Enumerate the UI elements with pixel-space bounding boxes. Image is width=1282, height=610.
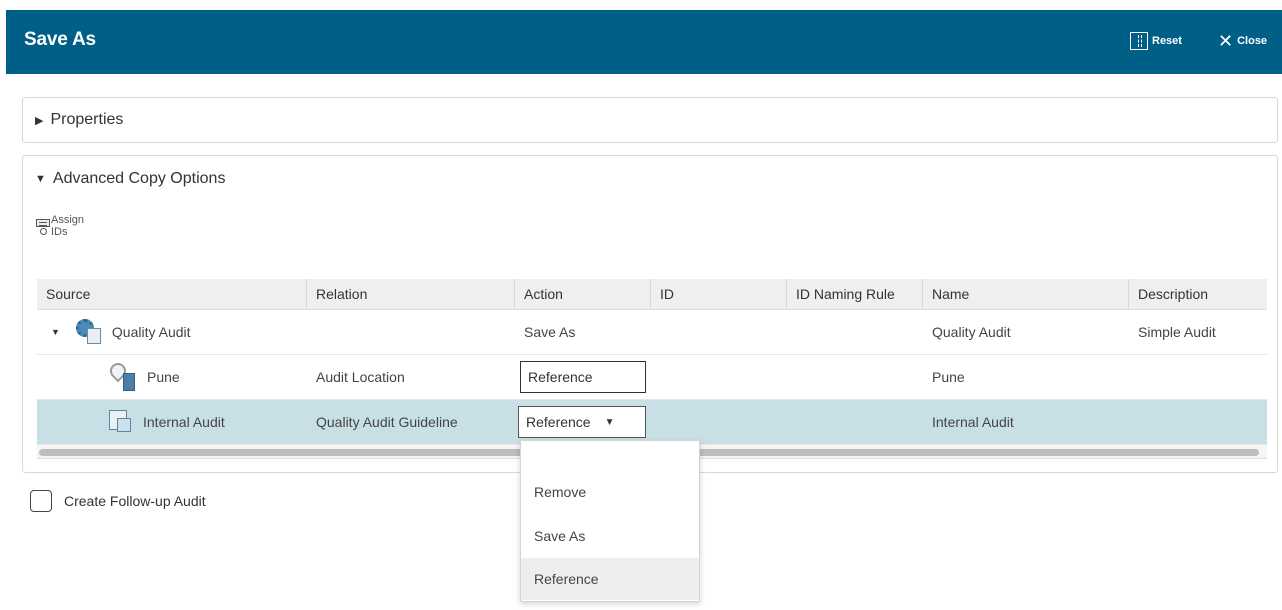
- relation-cell: Audit Location: [316, 369, 405, 385]
- table-row-selected[interactable]: Internal Audit Quality Audit Guideline R…: [37, 400, 1267, 445]
- column-header-name[interactable]: Name: [923, 279, 1129, 309]
- caret-right-icon: ▶: [35, 114, 44, 127]
- chevron-down-icon: ▼: [604, 416, 615, 428]
- audit-icon: [75, 319, 102, 345]
- name-cell: Pune: [932, 369, 965, 385]
- description-cell: [1129, 400, 1267, 444]
- relation-cell: [307, 310, 515, 354]
- action-dropdown-menu: Remove Save As Reference: [520, 440, 700, 602]
- id-naming-rule-cell: [787, 310, 923, 354]
- relation-cell: Quality Audit Guideline: [316, 414, 458, 430]
- column-header-action[interactable]: Action: [515, 279, 651, 309]
- advanced-copy-options-label: Advanced Copy Options: [52, 170, 226, 187]
- id-naming-rule-cell: [787, 400, 923, 444]
- menu-item-reference[interactable]: Reference: [521, 558, 699, 600]
- follow-up-label: Create Follow-up Audit: [64, 493, 206, 509]
- advanced-copy-options-toggle[interactable]: ▼ Advanced Copy Options: [35, 170, 225, 188]
- dialog-header: Save As Reset ✕ Close: [6, 10, 1282, 74]
- caret-down-icon: ▼: [35, 173, 46, 185]
- guideline-icon: [109, 410, 133, 434]
- column-header-source[interactable]: Source: [37, 279, 307, 309]
- assign-ids-label-1: Assign: [51, 214, 85, 226]
- close-button[interactable]: ✕ Close: [1218, 32, 1267, 50]
- properties-label: Properties: [50, 111, 124, 128]
- copy-options-table: Source Relation Action ID ID Naming Rule…: [37, 279, 1267, 459]
- assign-ids-label-2: IDs: [51, 226, 68, 238]
- reset-icon: [1130, 32, 1148, 50]
- action-dropdown[interactable]: Reference ▼: [518, 406, 646, 438]
- assign-ids-icon: [36, 219, 50, 235]
- action-cell: Save As: [524, 324, 576, 340]
- reset-label: Reset: [1152, 35, 1182, 47]
- column-header-description[interactable]: Description: [1129, 279, 1267, 309]
- table-row[interactable]: ▼ Quality Audit Save As Quality Audit Si…: [37, 310, 1267, 355]
- id-cell: [651, 310, 787, 354]
- source-cell: Internal Audit: [143, 414, 225, 430]
- table-row[interactable]: Pune Audit Location Reference Pune: [37, 355, 1267, 400]
- id-cell: [651, 400, 787, 444]
- action-select[interactable]: Reference: [520, 361, 646, 393]
- source-cell: Pune: [147, 369, 180, 385]
- description-cell: [1129, 355, 1267, 399]
- properties-toggle[interactable]: ▶ Properties: [35, 111, 123, 129]
- location-icon: [106, 359, 137, 391]
- id-cell: [651, 355, 787, 399]
- dialog-title: Save As: [24, 29, 96, 50]
- id-naming-rule-cell: [787, 355, 923, 399]
- menu-item-remove[interactable]: Remove: [521, 471, 699, 513]
- close-icon: ✕: [1218, 31, 1234, 51]
- column-header-relation[interactable]: Relation: [307, 279, 515, 309]
- column-header-id-naming-rule[interactable]: ID Naming Rule: [787, 279, 923, 309]
- follow-up-checkbox[interactable]: [30, 490, 52, 512]
- close-label: Close: [1237, 35, 1268, 47]
- assign-ids-button[interactable]: Assign IDs: [36, 214, 84, 238]
- column-header-id[interactable]: ID: [651, 279, 787, 309]
- action-dropdown-value: Reference: [526, 414, 591, 430]
- save-as-page: Save As Reset ✕ Close ▶ Properties ▼ Adv…: [0, 0, 1282, 610]
- reset-button[interactable]: Reset: [1130, 32, 1182, 50]
- menu-item-save-as[interactable]: Save As: [521, 515, 699, 557]
- table-header: Source Relation Action ID ID Naming Rule…: [37, 279, 1267, 310]
- source-cell: Quality Audit: [111, 324, 191, 340]
- advanced-copy-options-panel: ▼ Advanced Copy Options Assign IDs Sourc…: [22, 155, 1278, 473]
- description-cell: Simple Audit: [1138, 324, 1216, 340]
- create-follow-up-audit[interactable]: Create Follow-up Audit: [30, 490, 206, 512]
- name-cell: Internal Audit: [932, 414, 1014, 430]
- name-cell: Quality Audit: [932, 324, 1011, 340]
- tree-collapse-icon[interactable]: ▼: [51, 327, 60, 337]
- properties-panel: ▶ Properties: [22, 97, 1278, 143]
